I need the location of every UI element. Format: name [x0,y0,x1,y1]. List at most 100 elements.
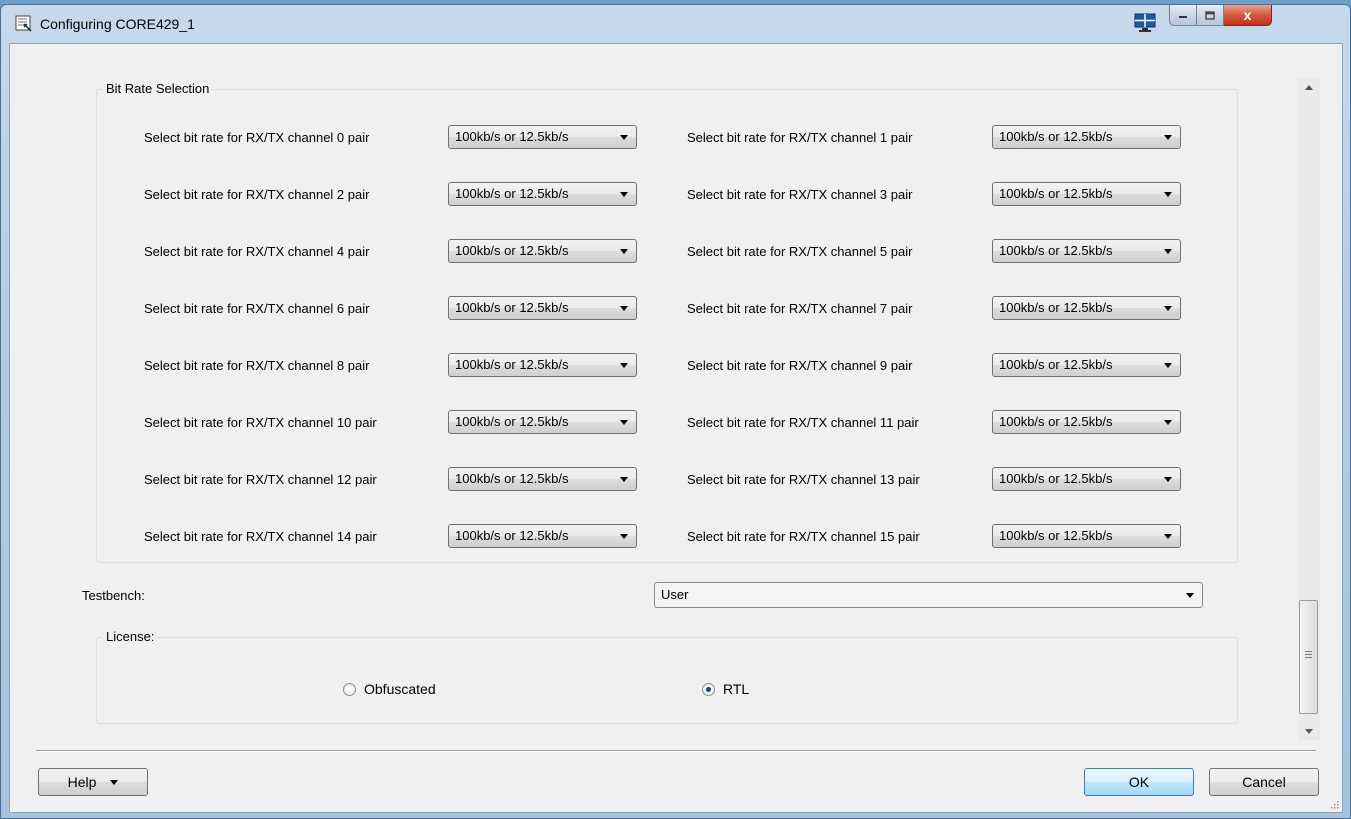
bit-rate-select-left[interactable]: 100kb/s or 12.5kb/s [448,182,637,206]
license-label: License: [103,629,158,644]
bit-rate-select-right[interactable]: 100kb/s or 12.5kb/s [992,125,1181,149]
bit-rate-label-right: Select bit rate for RX/TX channel 7 pair [687,301,913,316]
bit-rate-label-left: Select bit rate for RX/TX channel 10 pai… [144,415,377,430]
chevron-down-icon [1164,192,1172,197]
vertical-scrollbar[interactable] [1298,78,1320,740]
chevron-down-icon [620,363,628,368]
chevron-down-icon [1164,477,1172,482]
scroll-down-button[interactable] [1298,722,1320,740]
dialog-window: Configuring CORE429_1 x Bit Rate Selecti… [0,4,1351,819]
bit-rate-select-right[interactable]: 100kb/s or 12.5kb/s [992,524,1181,548]
bit-rate-select-right[interactable]: 100kb/s or 12.5kb/s [992,296,1181,320]
license-group: License: [96,629,1238,724]
bit-rate-selection-group: Bit Rate Selection [96,81,1238,563]
bit-rate-value: 100kb/s or 12.5kb/s [455,129,569,144]
bit-rate-label-left: Select bit rate for RX/TX channel 2 pair [144,187,370,202]
chevron-down-icon [620,420,628,425]
chevron-down-icon [1164,363,1172,368]
title-bar[interactable]: Configuring CORE429_1 x [1,5,1350,43]
bit-rate-label-right: Select bit rate for RX/TX channel 13 pai… [687,472,920,487]
bit-rate-select-right[interactable]: 100kb/s or 12.5kb/s [992,239,1181,263]
bit-rate-label-left: Select bit rate for RX/TX channel 14 pai… [144,529,377,544]
chevron-down-icon [620,249,628,254]
bit-rate-label-right: Select bit rate for RX/TX channel 5 pair [687,244,913,259]
testbench-label: Testbench: [82,588,145,603]
bit-rate-selection-label: Bit Rate Selection [103,81,213,96]
bit-rate-value: 100kb/s or 12.5kb/s [999,129,1113,144]
bit-rate-value: 100kb/s or 12.5kb/s [999,528,1113,543]
obfuscated-label[interactable]: Obfuscated [364,681,436,697]
maximize-icon [1205,10,1215,20]
bit-rate-select-left[interactable]: 100kb/s or 12.5kb/s [448,410,637,434]
cancel-button[interactable]: Cancel [1209,768,1319,796]
scroll-up-button[interactable] [1298,78,1320,96]
testbench-select[interactable]: User [654,582,1203,608]
bit-rate-label-left: Select bit rate for RX/TX channel 6 pair [144,301,370,316]
bit-rate-label-right: Select bit rate for RX/TX channel 15 pai… [687,529,920,544]
bit-rate-value: 100kb/s or 12.5kb/s [999,471,1113,486]
minimize-button[interactable] [1169,5,1197,26]
minimize-icon [1179,16,1187,18]
bit-rate-select-right[interactable]: 100kb/s or 12.5kb/s [992,182,1181,206]
bit-rate-select-left[interactable]: 100kb/s or 12.5kb/s [448,353,637,377]
resize-grip-icon[interactable] [1329,799,1339,809]
bit-rate-value: 100kb/s or 12.5kb/s [999,186,1113,201]
chevron-down-icon [620,534,628,539]
configuration-scroll-area: Bit Rate Selection Select bit rate for R… [10,44,1342,744]
bit-rate-select-right[interactable]: 100kb/s or 12.5kb/s [992,410,1181,434]
chevron-down-icon [1164,135,1172,140]
configure-app-icon [15,15,32,32]
rtl-radio[interactable] [702,683,715,696]
help-button-label: Help [67,774,97,790]
chevron-down-icon [1164,420,1172,425]
bit-rate-value: 100kb/s or 12.5kb/s [455,357,569,372]
bit-rate-label-right: Select bit rate for RX/TX channel 3 pair [687,187,913,202]
ok-button[interactable]: OK [1084,768,1194,796]
bit-rate-select-right[interactable]: 100kb/s or 12.5kb/s [992,467,1181,491]
bit-rate-label-left: Select bit rate for RX/TX channel 4 pair [144,244,370,259]
bit-rate-label-left: Select bit rate for RX/TX channel 12 pai… [144,472,377,487]
bit-rate-select-left[interactable]: 100kb/s or 12.5kb/s [448,125,637,149]
window-controls: x [1169,5,1272,27]
dialog-client-area: Bit Rate Selection Select bit rate for R… [9,43,1343,813]
chevron-down-icon [1186,593,1194,598]
bit-rate-value: 100kb/s or 12.5kb/s [999,357,1113,372]
testbench-value: User [661,587,689,602]
bit-rate-select-left[interactable]: 100kb/s or 12.5kb/s [448,239,637,263]
bit-rate-select-left[interactable]: 100kb/s or 12.5kb/s [448,467,637,491]
bit-rate-value: 100kb/s or 12.5kb/s [455,414,569,429]
chevron-down-icon [1164,249,1172,254]
help-button[interactable]: Help [38,768,148,796]
bit-rate-value: 100kb/s or 12.5kb/s [455,471,569,486]
ok-button-label: OK [1128,774,1150,790]
chevron-down-icon [620,192,628,197]
close-button[interactable]: x [1224,5,1272,26]
scrollbar-thumb[interactable] [1299,600,1318,714]
bit-rate-label-right: Select bit rate for RX/TX channel 1 pair [687,130,913,145]
bit-rate-label-left: Select bit rate for RX/TX channel 0 pair [144,130,370,145]
bit-rate-select-right[interactable]: 100kb/s or 12.5kb/s [992,353,1181,377]
bit-rate-label-right: Select bit rate for RX/TX channel 9 pair [687,358,913,373]
tile-windows-icon[interactable] [1133,13,1157,33]
bit-rate-label-left: Select bit rate for RX/TX channel 8 pair [144,358,370,373]
chevron-down-icon [620,477,628,482]
bit-rate-select-left[interactable]: 100kb/s or 12.5kb/s [448,524,637,548]
chevron-down-icon [620,135,628,140]
grip-icon [1305,651,1312,652]
bit-rate-value: 100kb/s or 12.5kb/s [999,300,1113,315]
window-title: Configuring CORE429_1 [40,16,195,32]
bit-rate-value: 100kb/s or 12.5kb/s [455,528,569,543]
chevron-down-icon [1164,306,1172,311]
rtl-label[interactable]: RTL [723,681,749,697]
bit-rate-value: 100kb/s or 12.5kb/s [455,243,569,258]
bit-rate-select-left[interactable]: 100kb/s or 12.5kb/s [448,296,637,320]
bit-rate-value: 100kb/s or 12.5kb/s [999,414,1113,429]
maximize-button[interactable] [1197,5,1224,26]
close-icon: x [1243,7,1252,23]
obfuscated-radio[interactable] [343,683,356,696]
bit-rate-value: 100kb/s or 12.5kb/s [455,300,569,315]
bit-rate-value: 100kb/s or 12.5kb/s [455,186,569,201]
bit-rate-value: 100kb/s or 12.5kb/s [999,243,1113,258]
chevron-down-icon [620,306,628,311]
chevron-down-icon [110,779,119,785]
